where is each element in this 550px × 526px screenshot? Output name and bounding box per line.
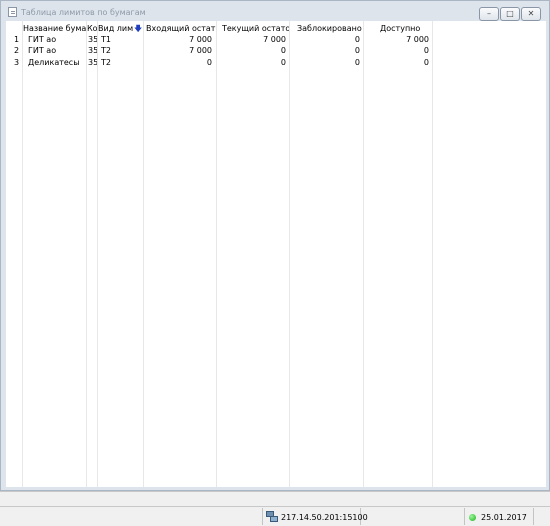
column-header-available[interactable]: Доступно <box>380 24 432 34</box>
limit-type-cell[interactable]: T2 <box>101 58 141 68</box>
column-divider <box>22 21 23 487</box>
status-bar-divider <box>0 506 550 507</box>
available-cell[interactable]: 0 <box>364 46 429 56</box>
column-header-blocked[interactable]: Заблокировано <box>297 24 363 34</box>
status-date: 25.01.2017 <box>481 513 527 522</box>
title-bar[interactable]: Таблица лимитов по бумагам – □ ✕ <box>1 1 549 21</box>
status-bar-divider <box>0 491 550 492</box>
blocked-cell[interactable]: 0 <box>290 35 360 45</box>
current-balance-cell[interactable]: 0 <box>217 46 286 56</box>
available-cell[interactable]: 0 <box>364 58 429 68</box>
limit-type-cell[interactable]: T2 <box>101 46 141 56</box>
status-panel-divider <box>464 508 465 525</box>
security-name-cell[interactable]: Деликатесы <box>28 58 86 68</box>
code-cell[interactable]: 35. <box>88 35 97 45</box>
status-panel-divider <box>533 508 534 525</box>
column-header-name[interactable]: Название бумаги <box>23 24 86 34</box>
current-balance-cell[interactable]: 0 <box>217 58 286 68</box>
opening-balance-cell[interactable]: 7 000 <box>144 35 212 45</box>
column-divider <box>86 21 87 487</box>
column-divider <box>143 21 144 487</box>
code-cell[interactable]: 35. <box>88 46 97 56</box>
limits-window: Таблица лимитов по бумагам – □ ✕ Названи… <box>0 0 550 491</box>
opening-balance-cell[interactable]: 0 <box>144 58 212 68</box>
column-divider <box>289 21 290 487</box>
window-title: Таблица лимитов по бумагам <box>21 8 146 17</box>
limits-table[interactable]: Название бумаги Ко Вид лим 🡇 Входящий ос… <box>6 21 546 487</box>
blocked-cell[interactable]: 0 <box>290 46 360 56</box>
column-header-opening-balance[interactable]: Входящий остаток <box>146 24 216 34</box>
column-divider <box>97 21 98 487</box>
table-window-icon <box>8 7 17 17</box>
row-number: 1 <box>14 35 20 44</box>
server-address: 217.14.50.201:15100 <box>281 513 368 522</box>
opening-balance-cell[interactable]: 7 000 <box>144 46 212 56</box>
minimize-button[interactable]: – <box>479 7 499 21</box>
available-cell[interactable]: 7 000 <box>364 35 429 45</box>
column-divider <box>432 21 433 487</box>
row-number: 3 <box>14 58 20 67</box>
code-cell[interactable]: 35. <box>88 58 97 68</box>
security-name-cell[interactable]: ГИТ ао <box>28 35 86 45</box>
row-number: 2 <box>14 46 20 55</box>
column-header-limit-type[interactable]: Вид лим <box>98 24 134 34</box>
limit-type-cell[interactable]: T1 <box>101 35 141 45</box>
column-divider <box>363 21 364 487</box>
maximize-button[interactable]: □ <box>500 7 520 21</box>
sort-down-arrow-icon: 🡇 <box>134 24 143 33</box>
connection-status-icon <box>469 514 476 521</box>
column-divider <box>216 21 217 487</box>
status-panel-divider <box>262 508 263 525</box>
blocked-cell[interactable]: 0 <box>290 58 360 68</box>
close-button[interactable]: ✕ <box>521 7 541 21</box>
column-header-code[interactable]: Ко <box>87 24 97 34</box>
column-header-current-balance[interactable]: Текущий остаток <box>222 24 289 34</box>
network-connection-icon <box>266 511 278 523</box>
status-bar: 217.14.50.201:15100 25.01.2017 <box>0 491 550 526</box>
current-balance-cell[interactable]: 7 000 <box>217 35 286 45</box>
security-name-cell[interactable]: ГИТ ао <box>28 46 86 56</box>
